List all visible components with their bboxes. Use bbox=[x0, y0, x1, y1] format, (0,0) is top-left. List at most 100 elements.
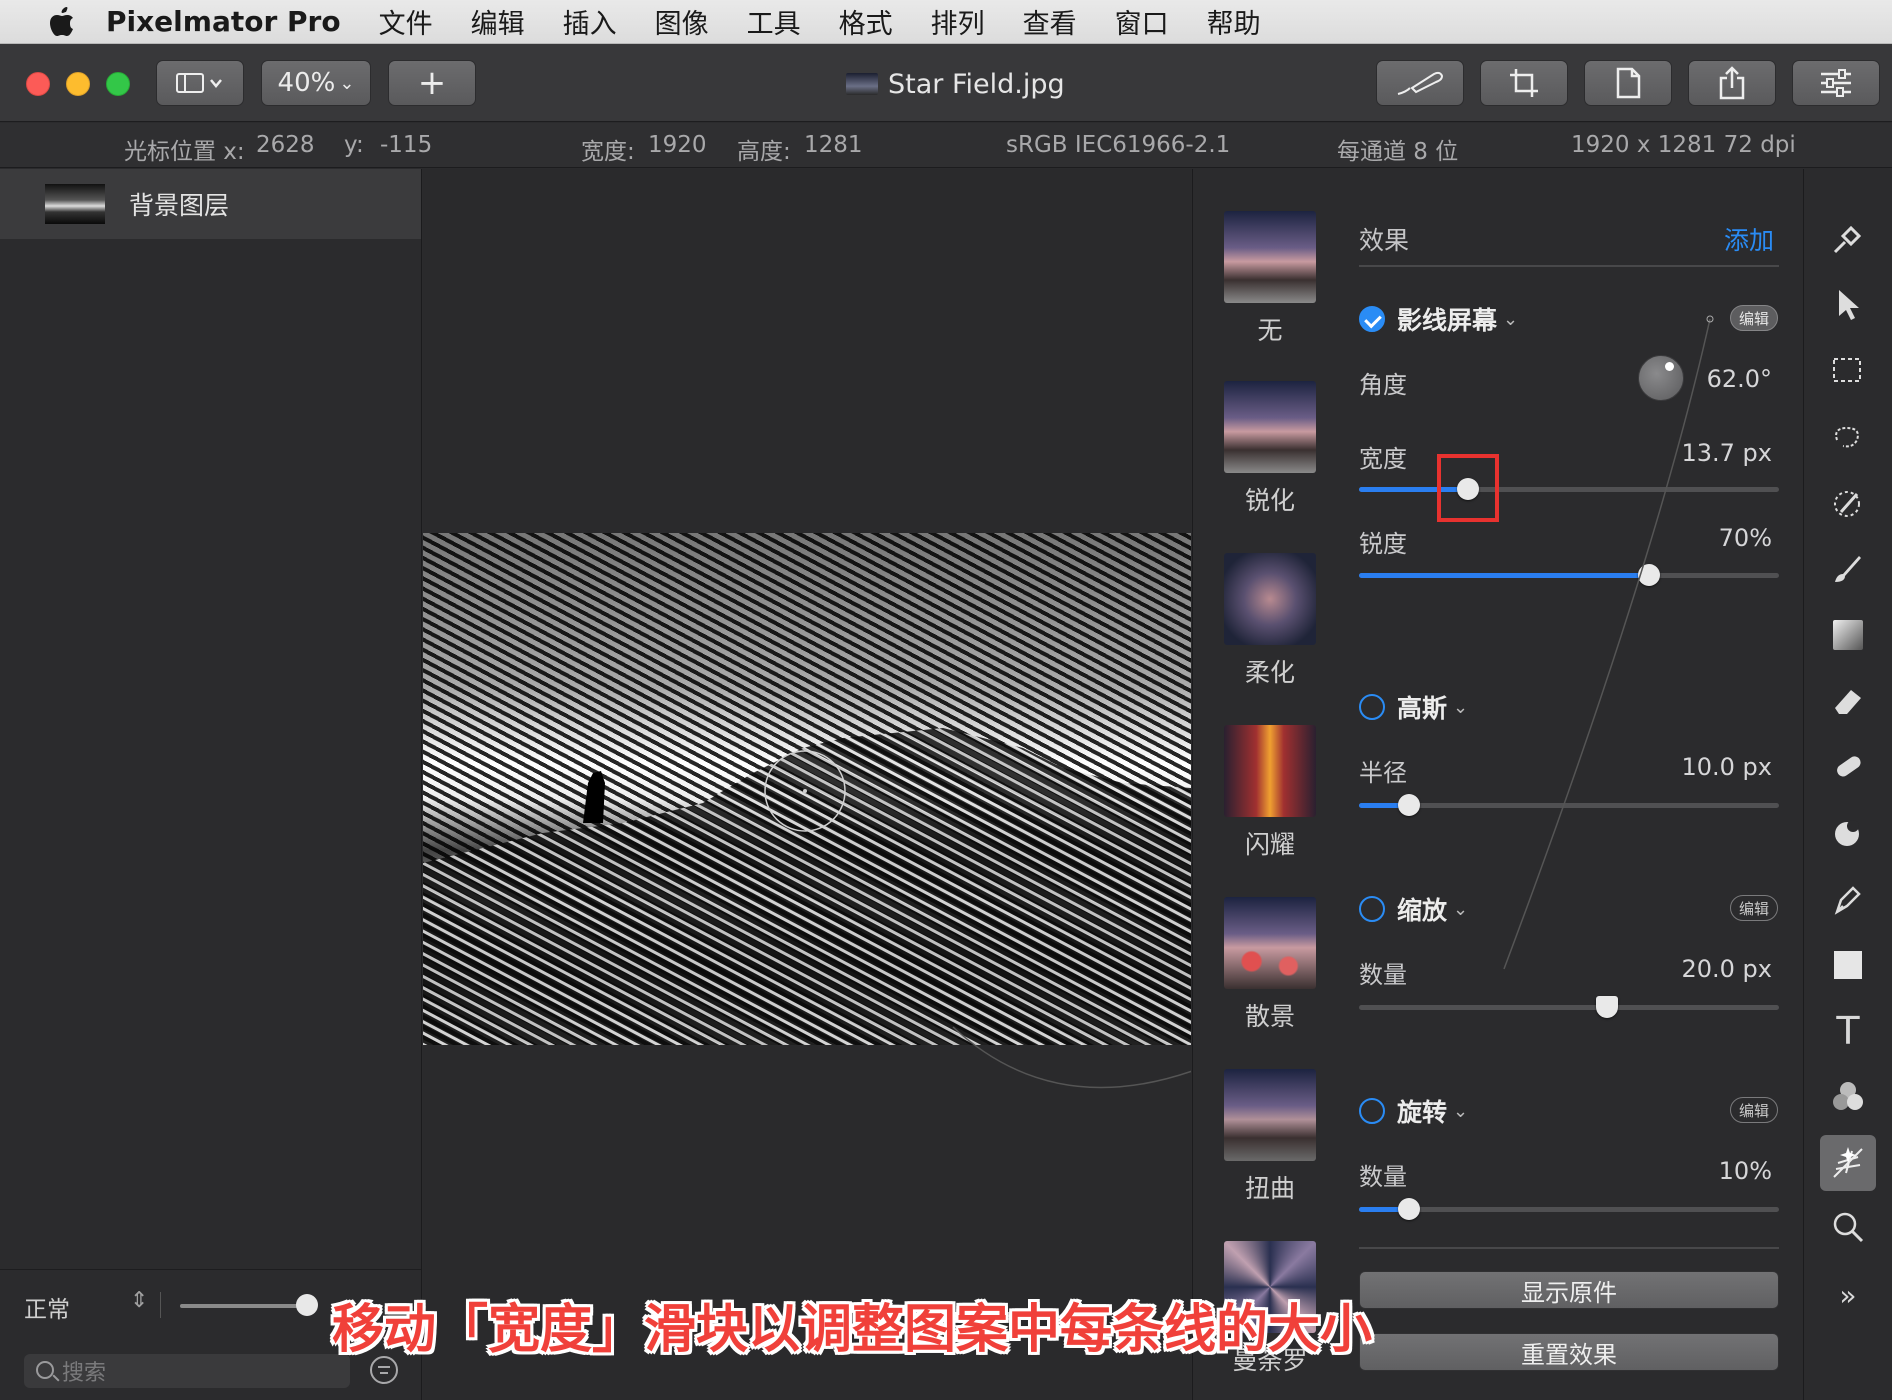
image-height-value: 1281 bbox=[804, 132, 863, 158]
chevron-down-icon: ⌄ bbox=[339, 72, 355, 94]
layer-row[interactable]: 背景图层 bbox=[0, 169, 421, 239]
effect-glow[interactable]: 闪耀 bbox=[1224, 725, 1316, 861]
magic-select-tool-icon[interactable] bbox=[1826, 415, 1870, 459]
color-profile: sRGB IEC61966-2.1 bbox=[1006, 132, 1231, 158]
menu-help[interactable]: 帮助 bbox=[1207, 2, 1261, 41]
zoom-dropdown[interactable]: 40% ⌄ bbox=[261, 60, 371, 106]
menu-view[interactable]: 查看 bbox=[1023, 2, 1077, 41]
app-menu[interactable]: Pixelmator Pro bbox=[106, 5, 341, 38]
document-icon bbox=[1616, 67, 1641, 99]
guide-curve bbox=[1503, 315, 1714, 970]
effect-label: 锐化 bbox=[1244, 486, 1295, 515]
guide-curve bbox=[952, 1026, 1191, 1089]
sidebar-toggle-button[interactable] bbox=[156, 60, 244, 106]
more-tools-icon[interactable]: » bbox=[1826, 1273, 1870, 1317]
color-adjust-tool-icon[interactable] bbox=[1826, 1075, 1870, 1119]
search-placeholder: 搜索 bbox=[62, 1361, 107, 1386]
tools-sidebar: T » bbox=[1803, 169, 1892, 1400]
paint-button[interactable] bbox=[1376, 60, 1464, 106]
zoom-window-button[interactable] bbox=[106, 72, 130, 96]
menu-window[interactable]: 窗口 bbox=[1115, 2, 1169, 41]
arrange-tool-icon[interactable] bbox=[1826, 283, 1870, 327]
cursor-y-label: y: bbox=[344, 132, 364, 158]
layer-thumbnail bbox=[45, 184, 105, 224]
menu-tools[interactable]: 工具 bbox=[747, 2, 801, 41]
effect-sharpen[interactable]: 锐化 bbox=[1224, 381, 1316, 517]
effect-label: 扭曲 bbox=[1244, 1174, 1295, 1203]
effects-tool-icon[interactable] bbox=[1820, 1135, 1876, 1191]
effect-thumbnail bbox=[1224, 211, 1316, 303]
effect-label: 柔化 bbox=[1244, 658, 1295, 687]
effect-thumbnail bbox=[1224, 725, 1316, 817]
distort-tool-icon[interactable] bbox=[1826, 811, 1870, 855]
document-title: Star Field.jpg bbox=[846, 66, 1065, 102]
shapes-tool-icon[interactable] bbox=[1826, 943, 1870, 987]
effect-label: 无 bbox=[1257, 316, 1283, 345]
effect-thumbnail bbox=[1224, 897, 1316, 989]
share-icon bbox=[1719, 66, 1745, 100]
effect-none[interactable]: 无 bbox=[1224, 211, 1316, 347]
updown-chevron-icon[interactable]: ⇕ bbox=[130, 1288, 148, 1313]
adjustments-button[interactable] bbox=[1792, 60, 1880, 106]
layer-search-input[interactable]: 搜索 bbox=[24, 1354, 350, 1388]
menu-bar: Pixelmator Pro 文件 编辑 插入 图像 工具 格式 排列 查看 窗… bbox=[0, 0, 1892, 44]
retouch-tool-icon[interactable] bbox=[1826, 745, 1870, 789]
highlight-box bbox=[1437, 454, 1499, 522]
effects-settings-panel: 效果 添加 影线屏幕 ⌄ 编辑 角度 62.0° 宽度 13.7 px 锐度 7… bbox=[1344, 169, 1802, 1400]
menu-image[interactable]: 图像 bbox=[655, 2, 709, 41]
window-toolbar: 40% ⌄ + Star Field.jpg bbox=[0, 44, 1892, 122]
menu-format[interactable]: 格式 bbox=[839, 2, 893, 41]
style-tool-icon[interactable] bbox=[1826, 217, 1870, 261]
type-tool-icon[interactable]: T bbox=[1826, 1009, 1870, 1053]
add-button[interactable]: + bbox=[388, 60, 476, 106]
sidebar-icon bbox=[176, 73, 222, 93]
paint-brush-tool-icon[interactable] bbox=[1826, 547, 1870, 591]
search-icon bbox=[36, 1361, 54, 1379]
zoom-tool-icon[interactable] bbox=[1826, 1205, 1870, 1249]
document-thumbnail bbox=[846, 73, 878, 95]
share-button[interactable] bbox=[1688, 60, 1776, 106]
document-name: Star Field.jpg bbox=[888, 68, 1065, 100]
effect-soften[interactable]: 柔化 bbox=[1224, 553, 1316, 689]
selection-tool-icon[interactable] bbox=[1826, 349, 1870, 393]
menu-edit[interactable]: 编辑 bbox=[471, 2, 525, 41]
gradient-tool-icon[interactable] bbox=[1826, 613, 1870, 657]
effect-distort[interactable]: 扭曲 bbox=[1224, 1069, 1316, 1205]
opacity-slider[interactable] bbox=[180, 1294, 318, 1316]
blend-mode-select[interactable]: 正常 bbox=[24, 1290, 70, 1324]
layer-name: 背景图层 bbox=[129, 191, 230, 220]
bit-depth: 每通道 8 位 bbox=[1337, 139, 1459, 165]
opacity-slider-knob[interactable] bbox=[296, 1294, 318, 1316]
image-width-label: 宽度: bbox=[581, 139, 635, 165]
resolution: 1920 x 1281 72 dpi bbox=[1571, 132, 1796, 158]
effect-label: 闪耀 bbox=[1244, 830, 1295, 859]
effect-bokeh[interactable]: 散景 bbox=[1224, 897, 1316, 1033]
menu-arrange[interactable]: 排列 bbox=[931, 2, 985, 41]
effect-thumbnail bbox=[1224, 381, 1316, 473]
tutorial-caption: 移动「宽度」滑块以调整图案中每条线的大小 bbox=[332, 1300, 1373, 1360]
effect-thumbnail bbox=[1224, 1069, 1316, 1161]
zoom-level: 40% bbox=[277, 68, 336, 98]
cursor-x-value: 2628 bbox=[256, 132, 315, 158]
layers-panel: 背景图层 正常 ⇕ 搜索 bbox=[0, 169, 422, 1400]
brush-stroke-icon bbox=[1397, 71, 1444, 95]
minimize-window-button[interactable] bbox=[66, 72, 90, 96]
color-picker-tool-icon[interactable] bbox=[1826, 481, 1870, 525]
crop-button[interactable] bbox=[1480, 60, 1568, 106]
effect-thumbnail bbox=[1224, 553, 1316, 645]
effect-label: 散景 bbox=[1244, 1002, 1295, 1031]
erase-tool-icon[interactable] bbox=[1826, 679, 1870, 723]
cursor-x-label: 光标位置 x: bbox=[124, 139, 245, 165]
menu-file[interactable]: 文件 bbox=[379, 2, 433, 41]
close-window-button[interactable] bbox=[26, 72, 50, 96]
apple-icon[interactable] bbox=[40, 6, 84, 37]
info-bar: 光标位置 x: 2628 y: -115 宽度: 1920 高度: 1281 s… bbox=[0, 123, 1892, 168]
image-width-value: 1920 bbox=[648, 132, 707, 158]
crop-icon bbox=[1510, 69, 1538, 97]
image-height-label: 高度: bbox=[737, 139, 791, 165]
menu-insert[interactable]: 插入 bbox=[563, 2, 617, 41]
format-button[interactable] bbox=[1584, 60, 1672, 106]
pen-tool-icon[interactable] bbox=[1826, 877, 1870, 921]
canvas-area[interactable] bbox=[423, 169, 1191, 1400]
cursor-y-value: -115 bbox=[380, 132, 433, 158]
